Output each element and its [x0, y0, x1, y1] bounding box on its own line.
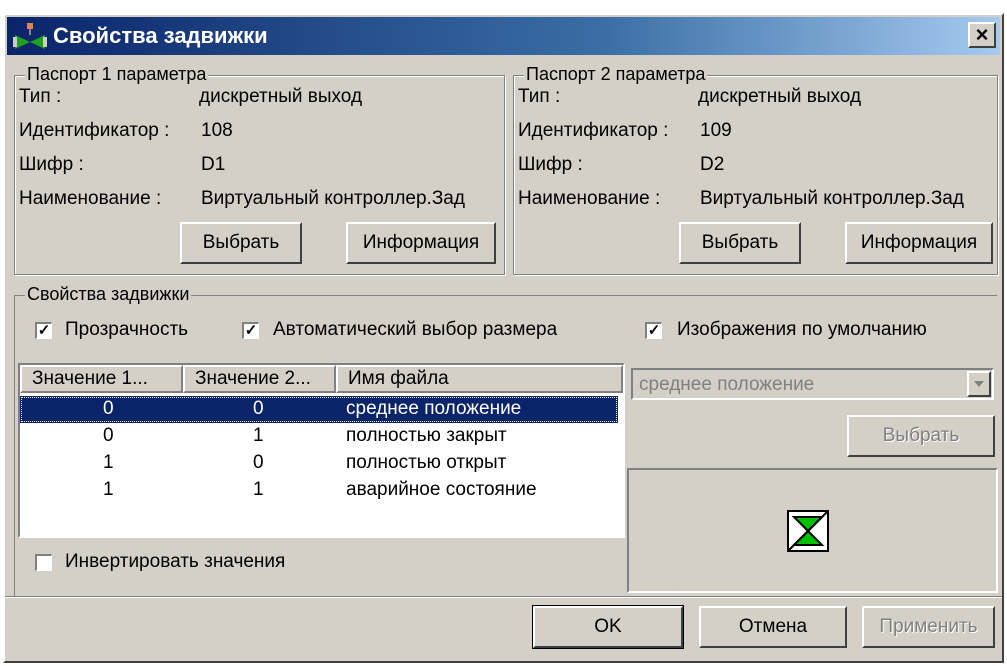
- close-button[interactable]: ×: [968, 22, 996, 48]
- window-title: Свойства задвижки: [53, 23, 268, 48]
- default-images-label: Изображения по умолчанию: [677, 319, 927, 340]
- title-bar[interactable]: Свойства задвижки ×: [7, 17, 1000, 55]
- passport1-select-button[interactable]: Выбрать: [180, 222, 302, 264]
- valve-app-icon: [13, 23, 47, 49]
- list-item[interactable]: 0 0 среднее положение: [20, 396, 618, 423]
- invert-checkbox[interactable]: [35, 554, 52, 571]
- passport2-select-button[interactable]: Выбрать: [679, 222, 801, 264]
- chevron-down-icon[interactable]: [967, 371, 991, 397]
- passport1-group: Паспорт 1 параметра Тип : дискретный вых…: [14, 64, 505, 275]
- column-header-value1[interactable]: Значение 1...: [20, 365, 183, 393]
- footer-separator: [5, 596, 1002, 598]
- image-preview: [627, 468, 998, 593]
- row-value2: 0: [253, 398, 264, 419]
- row-value1: 1: [103, 479, 114, 500]
- list-item[interactable]: 1 1 аварийное состояние: [20, 477, 618, 504]
- passport2-group: Паспорт 2 параметра Тип : дискретный вых…: [513, 64, 998, 275]
- passport1-id-label: Идентификатор :: [19, 120, 170, 141]
- passport1-id-value: 108: [201, 120, 233, 141]
- column-header-filename[interactable]: Имя файла: [336, 365, 623, 393]
- valve-properties-caption: Свойства задвижки: [25, 284, 192, 305]
- passport1-name-value: Виртуальный контроллер.Зад: [201, 188, 465, 209]
- invert-label: Инвертировать значения: [65, 551, 286, 572]
- passport1-type-value: дискретный выход: [199, 86, 363, 107]
- image-select-button[interactable]: Выбрать: [847, 415, 995, 457]
- transparency-label: Прозрачность: [65, 319, 189, 340]
- ok-button[interactable]: OK: [532, 605, 684, 649]
- image-select-combo[interactable]: среднее положение: [631, 368, 994, 400]
- passport1-code-value: D1: [201, 154, 226, 175]
- passport2-id-value: 109: [700, 120, 732, 141]
- row-value1: 0: [103, 398, 114, 419]
- passport2-code-label: Шифр :: [518, 154, 583, 175]
- autosize-label: Автоматический выбор размера: [273, 319, 558, 340]
- state-list[interactable]: Значение 1... Значение 2... Имя файла 0 …: [18, 363, 625, 538]
- row-value2: 1: [253, 425, 264, 446]
- column-header-value2[interactable]: Значение 2...: [183, 365, 336, 393]
- row-value1: 1: [103, 452, 114, 473]
- passport1-type-label: Тип :: [19, 86, 62, 107]
- list-item[interactable]: 0 1 полностью закрыт: [20, 423, 618, 450]
- list-item[interactable]: 1 0 полностью открыт: [20, 450, 618, 477]
- passport2-id-label: Идентификатор :: [518, 120, 669, 141]
- passport2-caption: Паспорт 2 параметра: [524, 64, 708, 85]
- passport2-code-value: D2: [700, 154, 725, 175]
- image-select-value: среднее положение: [639, 374, 815, 395]
- row-filename: полностью закрыт: [346, 425, 507, 446]
- row-value1: 0: [103, 425, 114, 446]
- passport1-info-button[interactable]: Информация: [346, 222, 496, 264]
- apply-button[interactable]: Применить: [862, 606, 995, 648]
- row-value2: 1: [253, 479, 264, 500]
- row-filename: среднее положение: [346, 398, 522, 419]
- row-value2: 0: [253, 452, 264, 473]
- row-filename: полностью открыт: [346, 452, 507, 473]
- valve-icon: [787, 510, 829, 552]
- cancel-button[interactable]: Отмена: [699, 606, 847, 648]
- passport1-caption: Паспорт 1 параметра: [25, 64, 209, 85]
- passport2-type-value: дискретный выход: [698, 86, 862, 107]
- row-filename: аварийное состояние: [346, 479, 537, 500]
- autosize-checkbox[interactable]: ✓: [242, 322, 259, 339]
- transparency-checkbox[interactable]: ✓: [35, 322, 52, 339]
- passport2-type-label: Тип :: [518, 86, 561, 107]
- passport2-name-value: Виртуальный контроллер.Зад: [700, 188, 964, 209]
- default-images-checkbox[interactable]: ✓: [645, 322, 662, 339]
- passport2-info-button[interactable]: Информация: [845, 222, 993, 264]
- passport1-name-label: Наименование :: [19, 188, 162, 209]
- passport1-code-label: Шифр :: [19, 154, 84, 175]
- passport2-name-label: Наименование :: [518, 188, 661, 209]
- valve-properties-dialog: Свойства задвижки × Паспорт 1 параметра …: [3, 13, 1004, 663]
